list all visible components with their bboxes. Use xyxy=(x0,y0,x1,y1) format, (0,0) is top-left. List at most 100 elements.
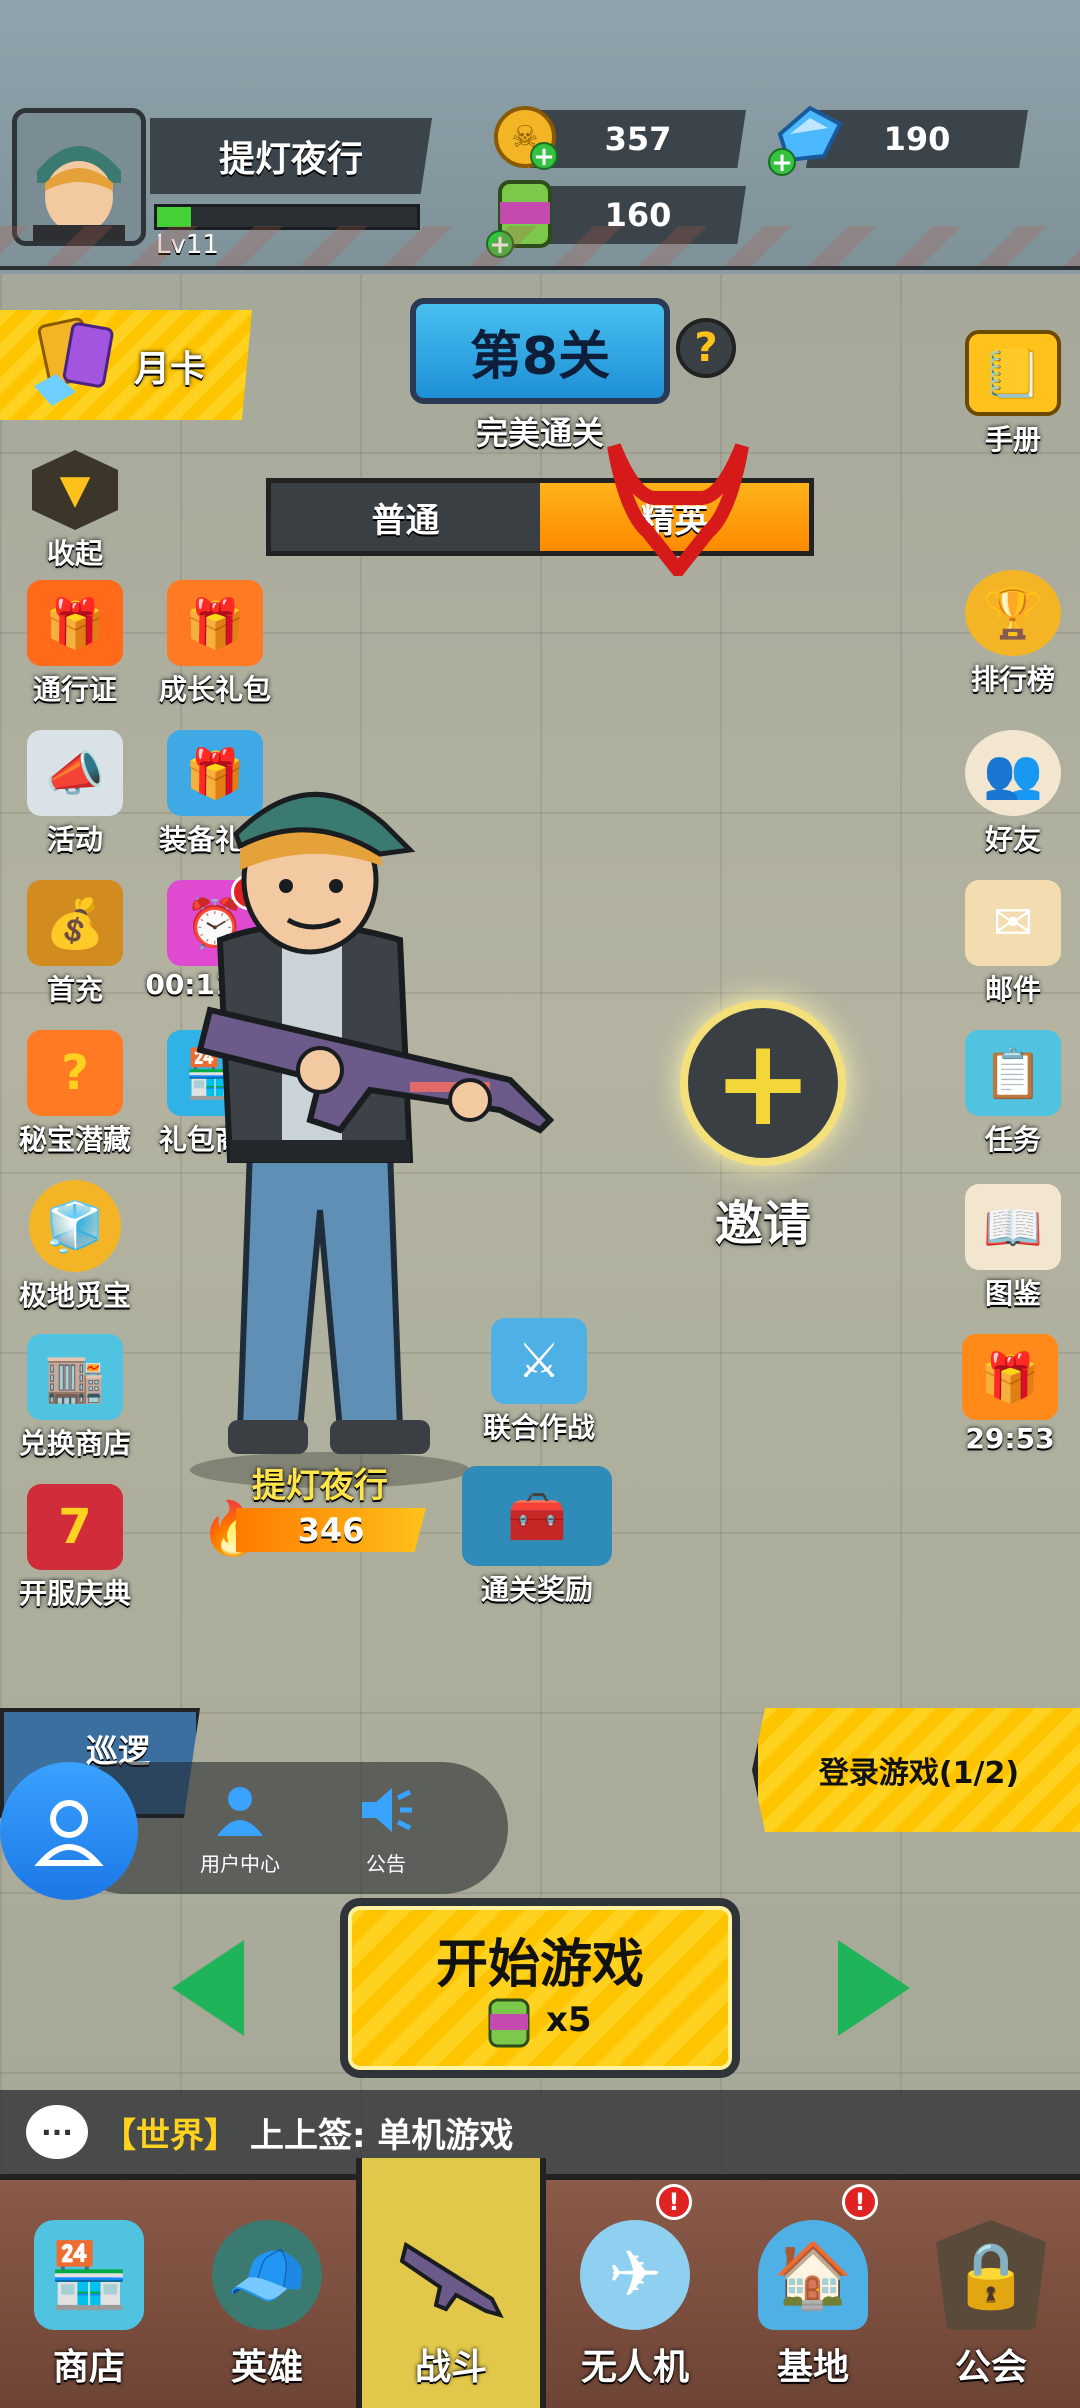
nav-battle[interactable]: 战斗 xyxy=(356,2158,546,2408)
hidden-treasure-label: 秘宝潜藏 xyxy=(18,1123,131,1156)
stage-help-button[interactable]: ? xyxy=(676,318,736,378)
gem-icon[interactable]: + xyxy=(768,104,844,176)
codex-book-icon: 📖 xyxy=(965,1184,1061,1270)
prev-stage-arrow-icon[interactable] xyxy=(172,1940,244,2036)
launch-celebration-button[interactable]: 7 开服庆典 xyxy=(0,1484,150,1612)
mail-button[interactable]: ✉ 邮件 xyxy=(946,880,1080,1008)
bottom-navigation: 🏪 商店 🧢 英雄 战斗 ! ✈ 无人机 ! 🏠 基地 🔒 公会 xyxy=(0,2158,1080,2408)
first-recharge-button[interactable]: 💰 首充 xyxy=(0,880,150,1008)
collapse-menu-button[interactable]: ▼ 收起 xyxy=(0,450,150,572)
xp-fill xyxy=(157,207,191,227)
growth-pack-button[interactable]: 🎁 成长礼包 xyxy=(140,580,290,708)
leaderboard-button[interactable]: 🏆 排行榜 xyxy=(946,570,1080,698)
avatar-icon xyxy=(17,113,141,241)
trophy-chart-icon: 🏆 xyxy=(965,570,1061,656)
elite-demon-icon xyxy=(604,436,752,582)
xp-bar xyxy=(154,204,420,230)
timed-gift-timer: 29:53 xyxy=(965,1422,1055,1455)
friends-button[interactable]: 👥 好友 xyxy=(946,730,1080,858)
player-avatar[interactable] xyxy=(12,108,146,246)
tasks-label: 任务 xyxy=(984,1123,1041,1156)
treasure-chest-icon: 💰 xyxy=(27,880,123,966)
nav-drone-label: 无人机 xyxy=(580,2347,689,2388)
user-center-label: 用户中心 xyxy=(200,1852,280,1876)
exchange-shop-label: 兑换商店 xyxy=(18,1427,131,1460)
task-list-icon: 📋 xyxy=(965,1030,1061,1116)
nav-hero-label: 英雄 xyxy=(230,2347,303,2388)
speaker-icon xyxy=(362,1788,412,1832)
add-gold-icon[interactable]: + xyxy=(530,142,558,170)
next-stage-arrow-icon[interactable] xyxy=(838,1940,910,2036)
nav-guild-label: 公会 xyxy=(954,2347,1027,2388)
events-button[interactable]: 📣 活动 xyxy=(0,730,150,858)
invite-button[interactable]: + xyxy=(680,1000,846,1166)
nav-base[interactable]: ! 🏠 基地 xyxy=(724,2180,902,2408)
lock-icon: 🔒 xyxy=(936,2220,1046,2330)
open-case-icon: 🧰 xyxy=(462,1466,612,1566)
codex-button[interactable]: 📖 图鉴 xyxy=(946,1184,1080,1312)
start-game-cost: x5 xyxy=(546,2000,592,2040)
nav-drone[interactable]: ! ✈ 无人机 xyxy=(546,2180,724,2408)
notice-button[interactable]: 公告 xyxy=(326,1784,446,1877)
user-center-button[interactable]: 用户中心 xyxy=(180,1784,300,1877)
clear-reward-label: 通关奖励 xyxy=(480,1573,593,1606)
hero-power: 346 xyxy=(236,1508,426,1552)
chat-bubble-icon: ··· xyxy=(26,2105,88,2159)
red-chest-icon: 7 xyxy=(27,1484,123,1570)
joint-battle-label: 联合作战 xyxy=(482,1411,595,1444)
exchange-shop-button[interactable]: 🏬 兑换商店 xyxy=(0,1334,150,1462)
monthly-card-icon xyxy=(30,316,120,412)
user-center-icon xyxy=(217,1787,263,1836)
drone-alert-badge: ! xyxy=(656,2184,692,2220)
nav-battle-label: 战斗 xyxy=(414,2347,487,2388)
clear-reward-button[interactable]: 🧰 通关奖励 xyxy=(452,1466,622,1608)
codex-label: 图鉴 xyxy=(984,1277,1041,1310)
joint-battle-button[interactable]: ⚔ 联合作战 xyxy=(464,1318,614,1446)
battle-pass-button[interactable]: 🎁 通行证 xyxy=(0,580,150,708)
timed-gift-button[interactable]: 🎁 29:53 xyxy=(940,1334,1080,1455)
launch-celebration-label: 开服庆典 xyxy=(18,1577,131,1610)
base-alert-badge: ! xyxy=(842,2184,878,2220)
friends-icon: 👥 xyxy=(965,730,1061,816)
handbook-label: 手册 xyxy=(984,423,1041,456)
monthly-card-label: 月卡 xyxy=(134,349,207,390)
nav-hero[interactable]: 🧢 英雄 xyxy=(178,2180,356,2408)
chat-message: 上上签: 单机游戏 xyxy=(250,2115,514,2156)
notice-label: 公告 xyxy=(366,1852,406,1876)
player-name: 提灯夜行 xyxy=(150,118,432,194)
friends-label: 好友 xyxy=(984,823,1041,856)
user-avatar-icon xyxy=(34,1800,104,1866)
gift-box-icon: 🎁 xyxy=(27,580,123,666)
tasks-button[interactable]: 📋 任务 xyxy=(946,1030,1080,1158)
growth-pack-label: 成长礼包 xyxy=(158,673,271,706)
energy-can-icon[interactable]: + xyxy=(486,176,558,258)
invite-label: 邀请 xyxy=(714,1196,811,1252)
crossed-guns-icon: ⚔ xyxy=(491,1318,587,1404)
drone-icon: ✈ xyxy=(580,2220,690,2330)
floating-user-button[interactable] xyxy=(0,1762,138,1900)
hero-head-icon: 🧢 xyxy=(212,2220,322,2330)
add-energy-icon[interactable]: + xyxy=(486,230,514,258)
nav-shop[interactable]: 🏪 商店 xyxy=(0,2180,178,2408)
stage-title[interactable]: 第8关 xyxy=(410,298,670,404)
login-quest-button[interactable]: 登录游戏(1/2) xyxy=(752,1708,1080,1832)
mail-label: 邮件 xyxy=(984,973,1041,1006)
polar-treasure-button[interactable]: 🧊 极地觅宝 xyxy=(0,1180,150,1314)
nav-base-label: 基地 xyxy=(776,2347,849,2388)
monthly-card-button[interactable]: 月卡 xyxy=(0,310,252,420)
collapse-arrow-icon: ▼ xyxy=(32,450,118,530)
tab-normal[interactable]: 普通 xyxy=(271,483,540,551)
add-gem-icon[interactable]: + xyxy=(768,148,796,176)
gift-clock-icon: 🎁 xyxy=(962,1334,1058,1420)
gold-coin-icon[interactable]: ☠ + xyxy=(494,106,558,170)
shop-icon: 🏪 xyxy=(34,2220,144,2330)
envelope-icon: ✉ xyxy=(965,880,1061,966)
nav-guild[interactable]: 🔒 公会 xyxy=(902,2180,1080,2408)
events-label: 活动 xyxy=(46,823,103,856)
nav-shop-label: 商店 xyxy=(52,2347,125,2388)
handbook-button[interactable]: 📒 手册 xyxy=(946,330,1080,458)
handbook-icon: 📒 xyxy=(965,330,1061,416)
mystery-box-icon: ? xyxy=(27,1030,123,1116)
kiosk-icon: 🏬 xyxy=(27,1334,123,1420)
hidden-treasure-button[interactable]: ? 秘宝潜藏 xyxy=(0,1030,150,1158)
